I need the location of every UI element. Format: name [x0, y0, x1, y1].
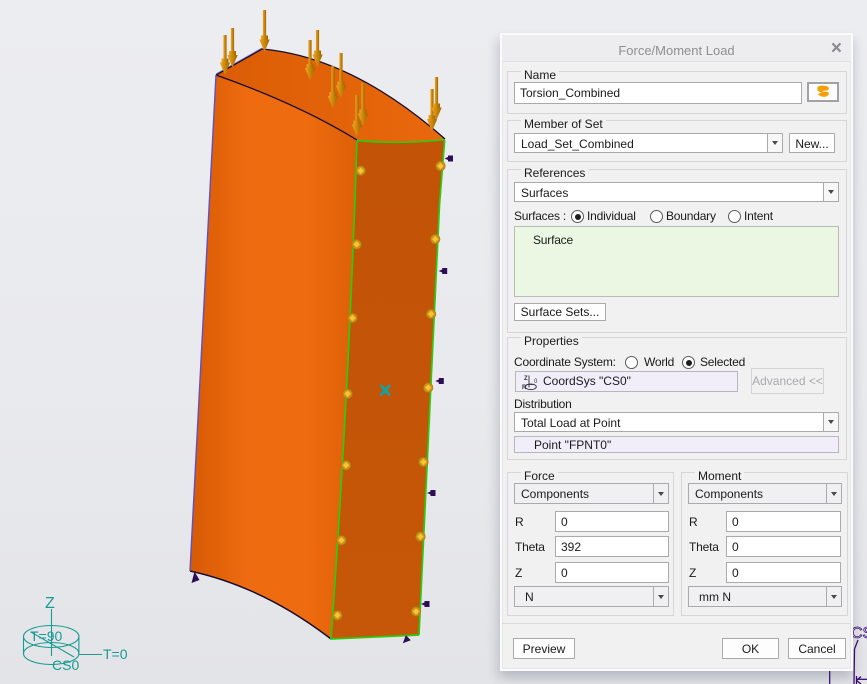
svg-text:Z: Z — [524, 376, 528, 382]
svg-text:CS0: CS0 — [52, 657, 79, 673]
svg-text:0: 0 — [534, 379, 538, 385]
svg-text:T=90: T=90 — [30, 628, 63, 644]
svg-text:R: R — [522, 385, 527, 391]
svg-text:Z: Z — [45, 595, 55, 612]
svg-text:CS0: CS0 — [851, 625, 867, 642]
svg-text:T=0: T=0 — [103, 646, 128, 662]
